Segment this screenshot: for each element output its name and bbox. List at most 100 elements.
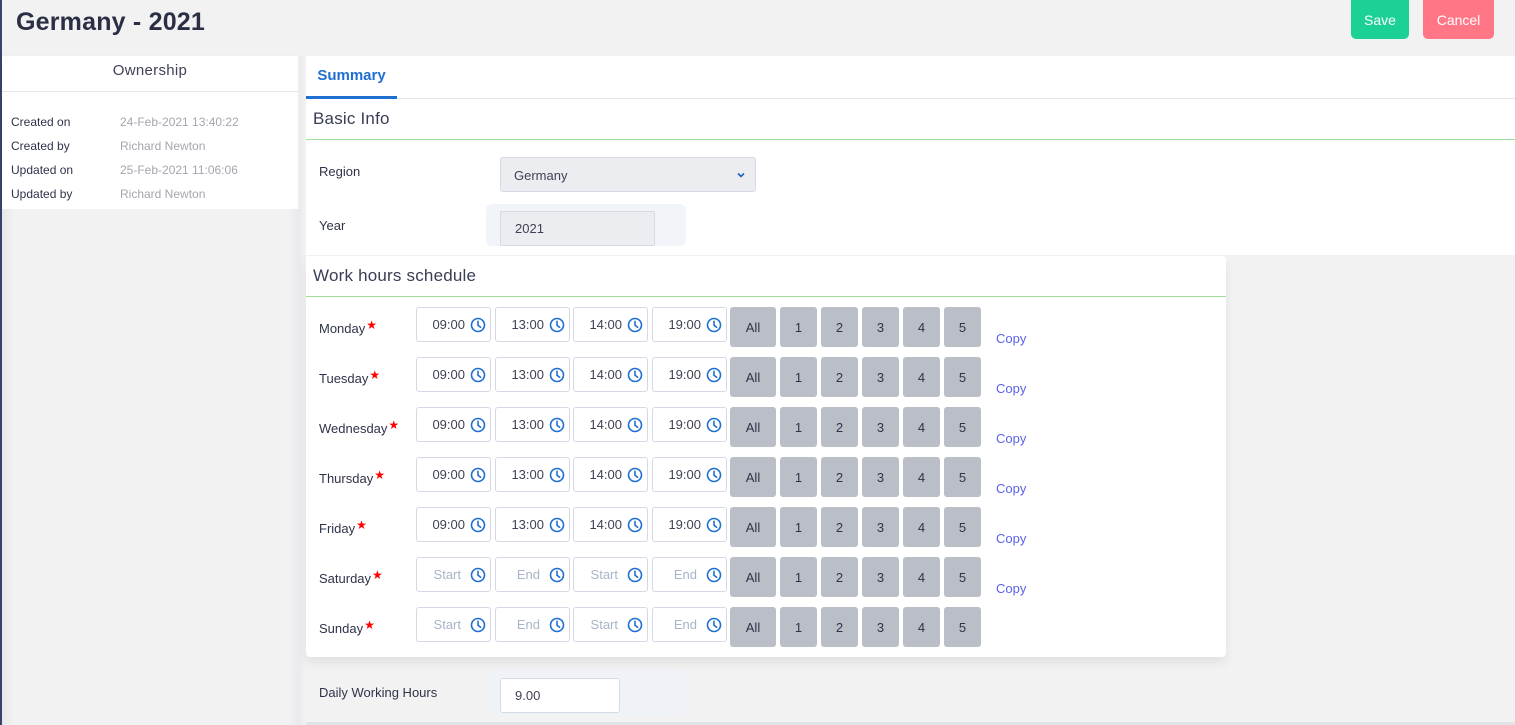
toggle-3-button[interactable]: 3 bbox=[862, 407, 899, 447]
end-time-input[interactable]: 13:00 bbox=[495, 457, 570, 492]
toggle-3-button[interactable]: 3 bbox=[862, 457, 899, 497]
clock-icon[interactable] bbox=[470, 567, 486, 583]
toggle-3-button[interactable]: 3 bbox=[862, 307, 899, 347]
clock-icon[interactable] bbox=[627, 517, 643, 533]
toggle-5-button[interactable]: 5 bbox=[944, 407, 981, 447]
end-time-input[interactable]: 13:00 bbox=[495, 407, 570, 442]
toggle-5-button[interactable]: 5 bbox=[944, 507, 981, 547]
clock-icon[interactable] bbox=[706, 317, 722, 333]
copy-link[interactable]: Copy bbox=[996, 581, 1026, 596]
clock-icon[interactable] bbox=[706, 417, 722, 433]
copy-link[interactable]: Copy bbox=[996, 331, 1026, 346]
end-time-input[interactable]: 19:00 bbox=[652, 507, 727, 542]
toggle-5-button[interactable]: 5 bbox=[944, 557, 981, 597]
clock-icon[interactable] bbox=[627, 317, 643, 333]
toggle-4-button[interactable]: 4 bbox=[903, 557, 940, 597]
clock-icon[interactable] bbox=[706, 517, 722, 533]
start-time-input[interactable]: 09:00 bbox=[416, 357, 491, 392]
clock-icon[interactable] bbox=[627, 367, 643, 383]
toggle-all-button[interactable]: All bbox=[730, 407, 776, 447]
toggle-5-button[interactable]: 5 bbox=[944, 457, 981, 497]
end-time-input[interactable]: 19:00 bbox=[652, 307, 727, 342]
toggle-2-button[interactable]: 2 bbox=[821, 507, 858, 547]
toggle-1-button[interactable]: 1 bbox=[780, 607, 817, 647]
clock-icon[interactable] bbox=[706, 567, 722, 583]
toggle-5-button[interactable]: 5 bbox=[944, 307, 981, 347]
start-time-input[interactable]: 14:00 bbox=[573, 307, 648, 342]
start-time-input[interactable]: 09:00 bbox=[416, 507, 491, 542]
copy-link[interactable]: Copy bbox=[996, 431, 1026, 446]
start-time-input[interactable]: 09:00 bbox=[416, 407, 491, 442]
copy-link[interactable]: Copy bbox=[996, 381, 1026, 396]
toggle-1-button[interactable]: 1 bbox=[780, 457, 817, 497]
clock-icon[interactable] bbox=[549, 417, 565, 433]
toggle-1-button[interactable]: 1 bbox=[780, 357, 817, 397]
clock-icon[interactable] bbox=[470, 617, 486, 633]
tab-summary[interactable]: Summary bbox=[306, 56, 397, 99]
clock-icon[interactable] bbox=[706, 467, 722, 483]
clock-icon[interactable] bbox=[706, 617, 722, 633]
start-time-input[interactable]: Start bbox=[416, 607, 491, 642]
end-time-input[interactable]: 13:00 bbox=[495, 357, 570, 392]
toggle-all-button[interactable]: All bbox=[730, 307, 776, 347]
toggle-1-button[interactable]: 1 bbox=[780, 557, 817, 597]
toggle-3-button[interactable]: 3 bbox=[862, 557, 899, 597]
copy-link[interactable]: Copy bbox=[996, 481, 1026, 496]
copy-link[interactable]: Copy bbox=[996, 531, 1026, 546]
toggle-all-button[interactable]: All bbox=[730, 357, 776, 397]
toggle-2-button[interactable]: 2 bbox=[821, 407, 858, 447]
clock-icon[interactable] bbox=[549, 367, 565, 383]
toggle-all-button[interactable]: All bbox=[730, 607, 776, 647]
end-time-input[interactable]: 19:00 bbox=[652, 357, 727, 392]
end-time-input[interactable]: End bbox=[652, 557, 727, 592]
clock-icon[interactable] bbox=[470, 317, 486, 333]
clock-icon[interactable] bbox=[470, 467, 486, 483]
clock-icon[interactable] bbox=[549, 617, 565, 633]
toggle-1-button[interactable]: 1 bbox=[780, 407, 817, 447]
clock-icon[interactable] bbox=[549, 567, 565, 583]
end-time-input[interactable]: 13:00 bbox=[495, 307, 570, 342]
end-time-input[interactable]: End bbox=[495, 557, 570, 592]
save-button[interactable]: Save bbox=[1351, 0, 1409, 39]
daily-working-hours-input[interactable]: 9.00 bbox=[500, 678, 620, 713]
toggle-4-button[interactable]: 4 bbox=[903, 507, 940, 547]
clock-icon[interactable] bbox=[470, 417, 486, 433]
start-time-input[interactable]: Start bbox=[573, 557, 648, 592]
start-time-input[interactable]: Start bbox=[416, 557, 491, 592]
toggle-2-button[interactable]: 2 bbox=[821, 457, 858, 497]
clock-icon[interactable] bbox=[470, 517, 486, 533]
toggle-4-button[interactable]: 4 bbox=[903, 457, 940, 497]
cancel-button[interactable]: Cancel bbox=[1423, 0, 1494, 39]
start-time-input[interactable]: 14:00 bbox=[573, 357, 648, 392]
toggle-4-button[interactable]: 4 bbox=[903, 307, 940, 347]
toggle-5-button[interactable]: 5 bbox=[944, 357, 981, 397]
end-time-input[interactable]: 19:00 bbox=[652, 407, 727, 442]
clock-icon[interactable] bbox=[549, 467, 565, 483]
end-time-input[interactable]: 19:00 bbox=[652, 457, 727, 492]
start-time-input[interactable]: Start bbox=[573, 607, 648, 642]
toggle-all-button[interactable]: All bbox=[730, 457, 776, 497]
start-time-input[interactable]: 14:00 bbox=[573, 407, 648, 442]
end-time-input[interactable]: 13:00 bbox=[495, 507, 570, 542]
end-time-input[interactable]: End bbox=[652, 607, 727, 642]
toggle-1-button[interactable]: 1 bbox=[780, 307, 817, 347]
clock-icon[interactable] bbox=[627, 467, 643, 483]
year-input[interactable]: 2021 bbox=[500, 211, 655, 246]
clock-icon[interactable] bbox=[706, 367, 722, 383]
end-time-input[interactable]: End bbox=[495, 607, 570, 642]
clock-icon[interactable] bbox=[627, 417, 643, 433]
toggle-4-button[interactable]: 4 bbox=[903, 407, 940, 447]
start-time-input[interactable]: 09:00 bbox=[416, 307, 491, 342]
toggle-2-button[interactable]: 2 bbox=[821, 357, 858, 397]
clock-icon[interactable] bbox=[627, 567, 643, 583]
toggle-2-button[interactable]: 2 bbox=[821, 557, 858, 597]
toggle-3-button[interactable]: 3 bbox=[862, 357, 899, 397]
toggle-4-button[interactable]: 4 bbox=[903, 607, 940, 647]
toggle-2-button[interactable]: 2 bbox=[821, 307, 858, 347]
toggle-3-button[interactable]: 3 bbox=[862, 507, 899, 547]
clock-icon[interactable] bbox=[627, 617, 643, 633]
start-time-input[interactable]: 09:00 bbox=[416, 457, 491, 492]
start-time-input[interactable]: 14:00 bbox=[573, 457, 648, 492]
toggle-all-button[interactable]: All bbox=[730, 557, 776, 597]
clock-icon[interactable] bbox=[549, 317, 565, 333]
